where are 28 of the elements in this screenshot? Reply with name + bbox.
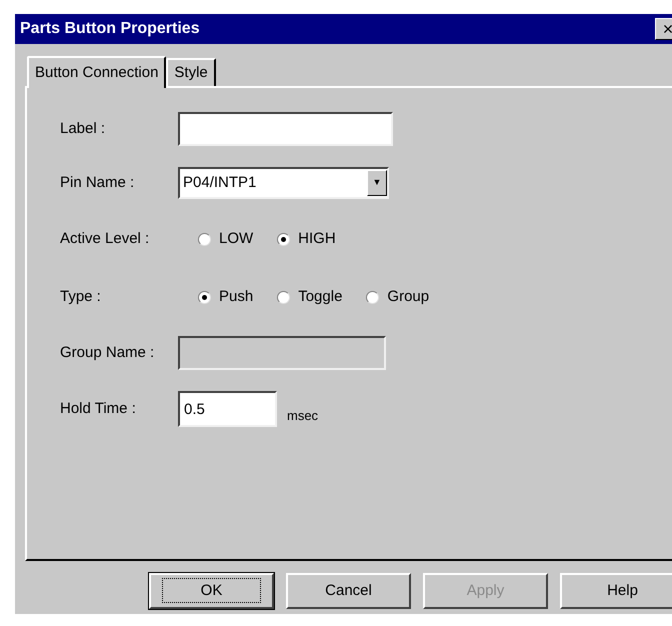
window-title: Parts Button Properties — [20, 19, 200, 39]
radio-label: Group — [387, 286, 430, 307]
radio-label: Toggle — [298, 286, 342, 307]
tab[interactable]: Button Connection — [27, 56, 166, 88]
field-label: Pin Name : — [60, 172, 136, 193]
radio-label: HIGH — [298, 228, 336, 249]
radio-button[interactable] — [198, 290, 211, 304]
unit-label: msec — [287, 407, 318, 426]
field-label: Hold Time : — [60, 398, 137, 419]
radio-button[interactable] — [198, 232, 211, 246]
field-label: Active Level : — [60, 228, 150, 249]
dialog-button[interactable]: Cancel — [286, 573, 411, 609]
pin-name-dropdown[interactable]: P04/INTP1 ▼ — [178, 167, 389, 199]
dropdown-value: P04/INTP1 — [182, 172, 256, 193]
radio-button[interactable] — [277, 232, 290, 246]
field-label: Type : — [60, 286, 102, 307]
radio-label: Push — [219, 286, 254, 307]
close-button[interactable]: × — [655, 18, 672, 40]
tab[interactable]: Style — [166, 58, 216, 86]
radio-button[interactable] — [277, 290, 290, 304]
field-label: Label : — [60, 118, 106, 139]
field-label: Group Name : — [60, 342, 156, 363]
hold-time-input[interactable]: 0.5 — [178, 391, 277, 427]
radio-button[interactable] — [366, 290, 380, 304]
radio-label: LOW — [219, 228, 254, 249]
label-input[interactable] — [178, 112, 393, 146]
dialog-button[interactable]: OK — [149, 573, 274, 609]
dialog-button[interactable]: Help — [560, 573, 672, 609]
